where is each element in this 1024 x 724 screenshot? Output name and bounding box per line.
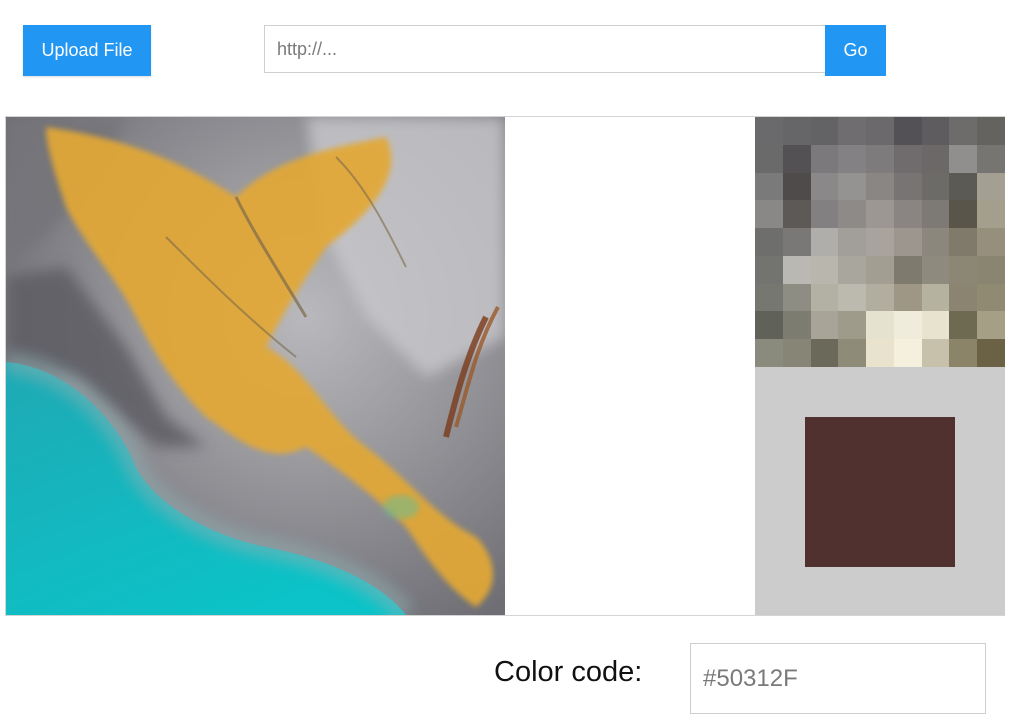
zoom-pixel [893, 311, 922, 340]
zoom-pixel [755, 339, 783, 367]
zoom-pixel [921, 339, 950, 367]
zoom-pixel [810, 144, 839, 173]
zoom-pixel [782, 255, 811, 284]
zoom-pixel [866, 311, 894, 340]
zoom-pixel [921, 117, 950, 145]
selected-color-swatch [805, 417, 955, 567]
upload-file-button[interactable]: Upload File [23, 25, 151, 76]
zoom-pixel [810, 228, 839, 256]
zoom-pixel [949, 311, 978, 340]
zoom-pixel [838, 311, 867, 340]
zoom-pixel [921, 200, 950, 229]
zoom-pixel [782, 144, 811, 173]
zoom-pixel [921, 255, 950, 284]
zoom-pixel [949, 144, 978, 173]
aerial-photo-image [6, 117, 505, 615]
zoom-pixel [977, 172, 1005, 201]
zoom-pixel [921, 172, 950, 201]
zoom-pixel [838, 144, 867, 173]
zoom-pixel [838, 283, 867, 312]
zoom-pixel [782, 339, 811, 367]
zoom-pixel [782, 200, 811, 229]
zoom-pixel [893, 339, 922, 367]
zoom-pixel [838, 228, 867, 256]
zoom-pixel [949, 283, 978, 312]
url-input[interactable] [264, 25, 825, 73]
zoom-pixel [810, 200, 839, 229]
zoom-pixel [838, 117, 867, 145]
zoom-pixel [782, 311, 811, 340]
zoom-pixel [921, 311, 950, 340]
zoom-pixel [810, 339, 839, 367]
zoom-pixel [893, 255, 922, 284]
zoom-pixel [838, 200, 867, 229]
zoom-pixel [782, 117, 811, 145]
zoom-pixel [755, 228, 783, 256]
go-button[interactable]: Go [825, 25, 886, 76]
zoom-preview-grid [755, 117, 1005, 367]
zoom-pixel [755, 117, 783, 145]
zoom-pixel [838, 339, 867, 367]
zoom-pixel [977, 339, 1005, 367]
color-picker-app: Upload File Go [0, 0, 1024, 724]
zoom-pixel [893, 228, 922, 256]
zoom-pixel [866, 339, 894, 367]
zoom-pixel [921, 228, 950, 256]
zoom-pixel [866, 117, 894, 145]
zoom-pixel [782, 228, 811, 256]
zoom-pixel [866, 144, 894, 173]
zoom-pixel [893, 144, 922, 173]
zoom-pixel [810, 311, 839, 340]
zoom-pixel [838, 172, 867, 201]
zoom-pixel [755, 144, 783, 173]
zoom-pixel [866, 228, 894, 256]
zoom-pixel [866, 172, 894, 201]
workspace-panel [5, 116, 1005, 616]
color-code-field[interactable] [690, 643, 986, 714]
zoom-pixel [755, 283, 783, 312]
zoom-pixel [810, 255, 839, 284]
zoom-pixel [866, 283, 894, 312]
zoom-pixel [893, 172, 922, 201]
zoom-pixel [838, 255, 867, 284]
zoom-pixel [949, 228, 978, 256]
zoom-pixel [977, 117, 1005, 145]
zoom-pixel [866, 200, 894, 229]
zoom-pixel [949, 117, 978, 145]
swatch-panel [755, 367, 1005, 615]
color-code-label: Color code: [494, 656, 643, 688]
zoom-pixel [921, 144, 950, 173]
zoom-pixel [755, 172, 783, 201]
zoom-pixel [893, 283, 922, 312]
zoom-pixel [977, 228, 1005, 256]
zoom-pixel [949, 255, 978, 284]
zoom-pixel [755, 200, 783, 229]
zoom-pixel [755, 311, 783, 340]
zoom-pixel [977, 144, 1005, 173]
zoom-pixel [893, 200, 922, 229]
zoom-pixel [810, 172, 839, 201]
zoom-pixel [977, 255, 1005, 284]
zoom-pixel [782, 172, 811, 201]
zoom-pixel [977, 283, 1005, 312]
zoom-pixel [866, 255, 894, 284]
zoom-pixel [921, 283, 950, 312]
zoom-pixel [977, 200, 1005, 229]
zoom-pixel [949, 339, 978, 367]
zoom-pixel [893, 117, 922, 145]
zoom-pixel [949, 172, 978, 201]
uploaded-image-canvas[interactable] [6, 117, 505, 615]
zoom-pixel [782, 283, 811, 312]
zoom-pixel [810, 117, 839, 145]
zoom-pixel [977, 311, 1005, 340]
zoom-pixel [949, 200, 978, 229]
zoom-pixel [810, 283, 839, 312]
zoom-pixel [755, 255, 783, 284]
